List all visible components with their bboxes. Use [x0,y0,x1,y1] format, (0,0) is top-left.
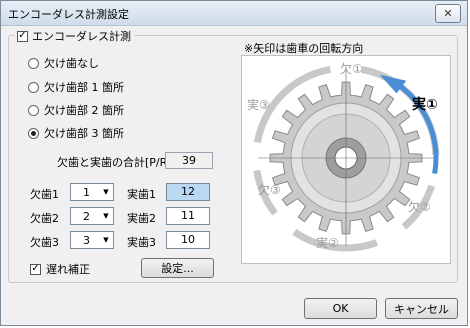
gear-diagram: 欠① 実① 欠② 実② 欠③ 実③ [241,55,451,264]
radio-icon[interactable] [28,81,39,93]
label-real-2: 実② [316,236,339,250]
radio-label: 欠け歯部 3 箇所 [44,127,124,140]
radio-missing-2[interactable]: 欠け歯部 2 箇所 [28,102,124,118]
real-3-label: 実歯3 [127,236,156,249]
delay-correction-checkbox[interactable]: ✓ 遅れ補正 [30,261,90,277]
radio-icon[interactable] [28,104,39,116]
gear-illustration [253,65,440,252]
label-missing-2: 欠② [408,200,431,214]
missing-2-select-value: 2 [83,210,90,223]
diagram-note: ※矢印は歯車の回転方向 [244,42,364,55]
chevron-down-icon[interactable]: ▼ [99,184,113,200]
encoderless-checkbox-label: エンコーダレス計測 [32,30,131,43]
checkbox-checked-icon[interactable]: ✓ [30,263,41,275]
radio-no-missing[interactable]: 欠け歯なし [28,55,99,71]
radio-icon[interactable] [28,57,39,69]
missing-1-select[interactable]: 1 ▼ [70,183,114,201]
radio-label: 欠け歯なし [44,57,99,70]
total-label: 欠歯と実歯の合計[P/R] [57,156,172,169]
settings-button[interactable]: 設定... [141,258,214,278]
window-title: エンコーダレス計測設定 [8,8,129,21]
real-3-input[interactable]: 10 [166,231,210,249]
missing-3-select[interactable]: 3 ▼ [70,231,114,249]
missing-2-select[interactable]: 2 ▼ [70,207,114,225]
close-button[interactable]: ✕ [435,4,461,23]
radio-label: 欠け歯部 1 箇所 [44,81,124,94]
missing-2-label: 欠歯2 [30,212,59,225]
total-value: 39 [165,152,213,169]
radio-missing-3[interactable]: 欠け歯部 3 箇所 [28,125,124,141]
cancel-button[interactable]: キャンセル [385,298,458,319]
delay-correction-label: 遅れ補正 [46,263,90,276]
label-missing-1: 欠① [340,62,363,76]
chevron-down-icon[interactable]: ▼ [99,232,113,248]
chevron-down-icon[interactable]: ▼ [99,208,113,224]
real-2-label: 実歯2 [127,212,156,225]
close-icon: ✕ [443,7,453,20]
real-1-label: 実歯1 [127,188,156,201]
radio-missing-1[interactable]: 欠け歯部 1 箇所 [28,79,124,95]
label-real-1: 実① [412,97,438,113]
radio-selected-icon[interactable] [28,127,39,139]
encoderless-checkbox[interactable]: ✓ エンコーダレス計測 [14,28,134,44]
missing-1-label: 欠歯1 [30,188,59,201]
missing-3-select-value: 3 [83,234,90,247]
label-real-3: 実③ [247,98,270,112]
label-missing-3: 欠③ [258,183,281,197]
missing-3-label: 欠歯3 [30,236,59,249]
radio-label: 欠け歯部 2 箇所 [44,104,124,117]
ok-button[interactable]: OK [304,298,377,319]
real-1-input[interactable]: 12 [166,183,210,201]
real-2-input[interactable]: 11 [166,207,210,225]
checkbox-checked-icon[interactable]: ✓ [17,30,28,42]
missing-1-select-value: 1 [83,186,90,199]
title-bar[interactable]: エンコーダレス計測設定 ✕ [1,1,467,26]
